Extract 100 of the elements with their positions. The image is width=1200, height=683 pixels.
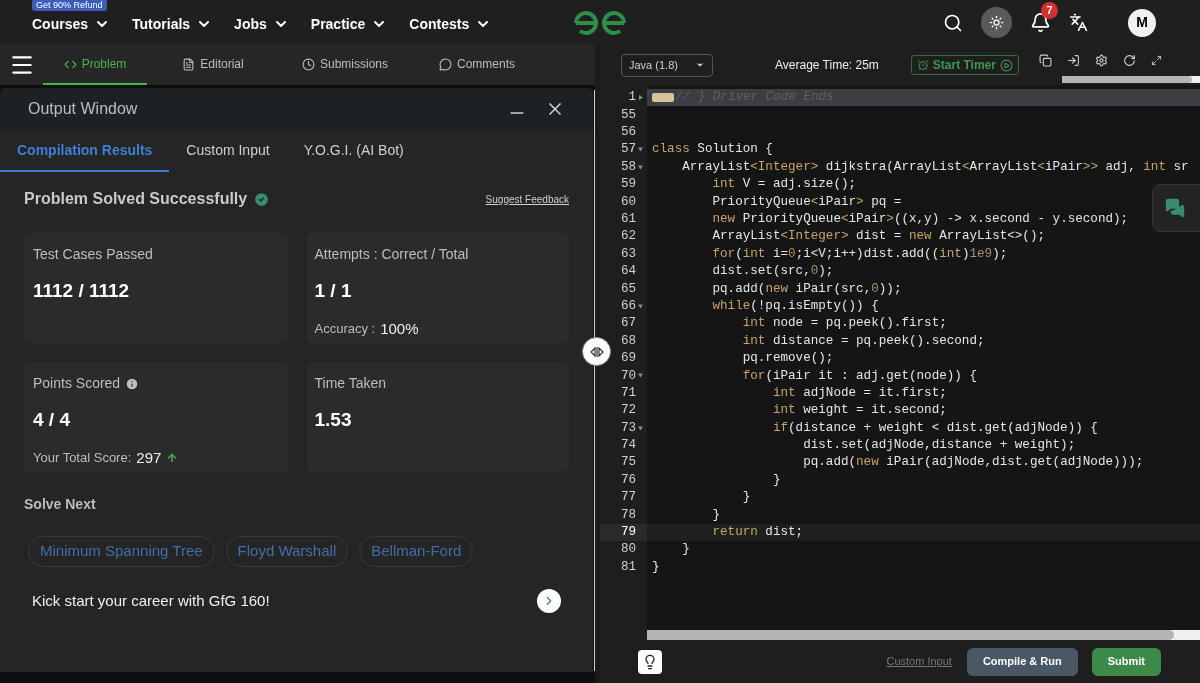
stat-label: Accuracy :	[314, 320, 376, 338]
scrollbar-thumb[interactable]	[1062, 76, 1192, 83]
fold-arrow-icon[interactable]	[638, 425, 644, 431]
line-number: 59	[620, 176, 636, 194]
line-number: 55	[620, 106, 636, 124]
code-line: if(distance + weight < dist.get(adjNode)) {	[771, 419, 1098, 437]
info-icon[interactable]	[125, 376, 140, 391]
problem-tab[interactable]: Problem	[43, 45, 147, 85]
nav-menu[interactable]: Jobs	[234, 13, 289, 35]
line-number: 70	[620, 367, 636, 385]
code-line: PriorityQueue<iPair> pq =	[711, 193, 902, 211]
code-line: int V = adj.size();	[711, 176, 857, 194]
chat-button[interactable]	[1152, 184, 1200, 232]
stat-value: 1.53	[314, 408, 353, 432]
theme-toggle[interactable]	[981, 7, 1012, 38]
line-number: 76	[620, 471, 636, 489]
line-number: 75	[620, 454, 636, 472]
line-number: 60	[620, 193, 636, 211]
problem-tab[interactable]: Comments	[411, 45, 543, 85]
feedback-link[interactable]: Suggest Feedback	[485, 191, 569, 207]
stat-label: Points Scored	[33, 374, 121, 393]
code-line: }	[652, 558, 660, 576]
code-line: int distance = pq.peek().second;	[741, 332, 985, 350]
fold-arrow-icon[interactable]	[638, 147, 644, 153]
fold-arrow-icon[interactable]	[638, 164, 644, 170]
hint-button[interactable]	[638, 649, 662, 674]
line-number: 56	[620, 124, 636, 142]
caret-icon	[695, 60, 705, 70]
code-line: for(int i=0;i<V;i++)dist.add((int)1e9);	[711, 245, 1008, 263]
code-line: ArrayList<Integer> dijkstra(ArrayList<ArrayList<iPair>> adj, int sr	[681, 158, 1189, 176]
line-number: 66	[620, 297, 636, 315]
code-line: int weight = it.second;	[771, 402, 947, 420]
import-icon[interactable]	[1066, 53, 1080, 67]
refund-badge: Get 90% Refund	[32, 0, 107, 11]
line-number: 78	[620, 506, 636, 524]
fold-marker-icon[interactable]	[652, 93, 674, 103]
notification-count: 7	[1041, 2, 1058, 19]
fullscreen-icon[interactable]	[1150, 54, 1162, 66]
avatar[interactable]: M	[1128, 8, 1156, 37]
code-line: dist.set(adjNode,distance + weight);	[802, 437, 1076, 455]
stat-value: 100%	[380, 318, 419, 339]
line-number: 1	[628, 89, 636, 107]
problem-tab[interactable]: Editorial	[147, 45, 279, 85]
output-tab[interactable]: Compilation Results	[0, 130, 170, 172]
search-icon[interactable]	[943, 12, 963, 33]
line-number: 64	[620, 263, 636, 281]
next-button[interactable]	[537, 589, 561, 613]
stat-value: 297	[136, 447, 162, 468]
line-number: 69	[620, 350, 636, 368]
translate-icon[interactable]	[1069, 13, 1088, 32]
scrollbar-thumb[interactable]	[647, 630, 1174, 640]
line-number: 77	[620, 489, 636, 507]
output-tab[interactable]: Custom Input	[169, 130, 287, 172]
code-line: class Solution {	[652, 141, 773, 159]
line-number: 79	[620, 524, 636, 541]
output-tab[interactable]: Y.O.G.I. (AI Bot)	[286, 130, 421, 172]
code-line: new PriorityQueue<iPair>((x,y) -> x.second - y.second);	[711, 211, 1129, 228]
settings-icon[interactable]	[1094, 53, 1108, 67]
logo-icon	[572, 9, 628, 37]
stat-label: Attempts : Correct / Total	[314, 245, 469, 264]
nav-menu[interactable]: Courses	[32, 13, 111, 35]
stat-label: Your Total Score:	[33, 449, 132, 467]
fold-arrow-icon[interactable]	[638, 303, 644, 309]
fold-arrow-icon[interactable]	[638, 373, 644, 379]
line-number: 80	[620, 541, 636, 559]
line-number: 73	[620, 419, 636, 437]
reset-icon[interactable]	[1122, 53, 1136, 67]
fold-arrow-icon[interactable]	[638, 95, 644, 101]
line-number: 71	[620, 384, 636, 402]
speech-bubble-icon	[439, 57, 452, 71]
document-icon	[182, 57, 196, 71]
bell-icon[interactable]	[1030, 12, 1051, 33]
code-line: for(iPair it : adj.get(node)) {	[741, 367, 977, 385]
sun-icon	[989, 15, 1004, 30]
nav-menu[interactable]: Practice	[310, 13, 388, 35]
alarm-clock-icon	[916, 59, 929, 71]
submit-button[interactable]: Submit	[1091, 647, 1161, 676]
line-number: 68	[620, 332, 636, 350]
line-number: 67	[620, 315, 636, 333]
code-line: ArrayList<Integer> dist = new ArrayList<>();	[711, 228, 1046, 246]
custom-input-link[interactable]: Custom Input	[886, 653, 952, 670]
code-line: }	[711, 506, 721, 524]
line-number: 72	[620, 402, 636, 420]
code-line: }	[741, 489, 751, 507]
line-number: 81	[620, 558, 636, 576]
copy-icon[interactable]	[1038, 53, 1052, 67]
code-line: pq.add(new iPair(src,0));	[711, 280, 902, 298]
line-number: 58	[620, 158, 636, 176]
language-select[interactable]: Java (1.8)	[621, 53, 713, 77]
problem-tab[interactable]: Submissions	[279, 45, 411, 85]
compile-run-button[interactable]: Compile & Run	[966, 647, 1078, 676]
stat-value: 1 / 1	[314, 279, 353, 303]
stat-label: Time Taken	[314, 374, 387, 393]
line-number: 63	[620, 245, 636, 263]
line-number: 57	[620, 141, 636, 159]
start-timer-button[interactable]: Start Timer	[910, 55, 1019, 75]
line-number: 74	[620, 437, 636, 455]
nav-menu[interactable]: Tutorials	[132, 13, 213, 35]
nav-menu[interactable]: Contests	[409, 13, 492, 35]
code-line: while(!pq.isEmpty()) {	[711, 297, 879, 315]
